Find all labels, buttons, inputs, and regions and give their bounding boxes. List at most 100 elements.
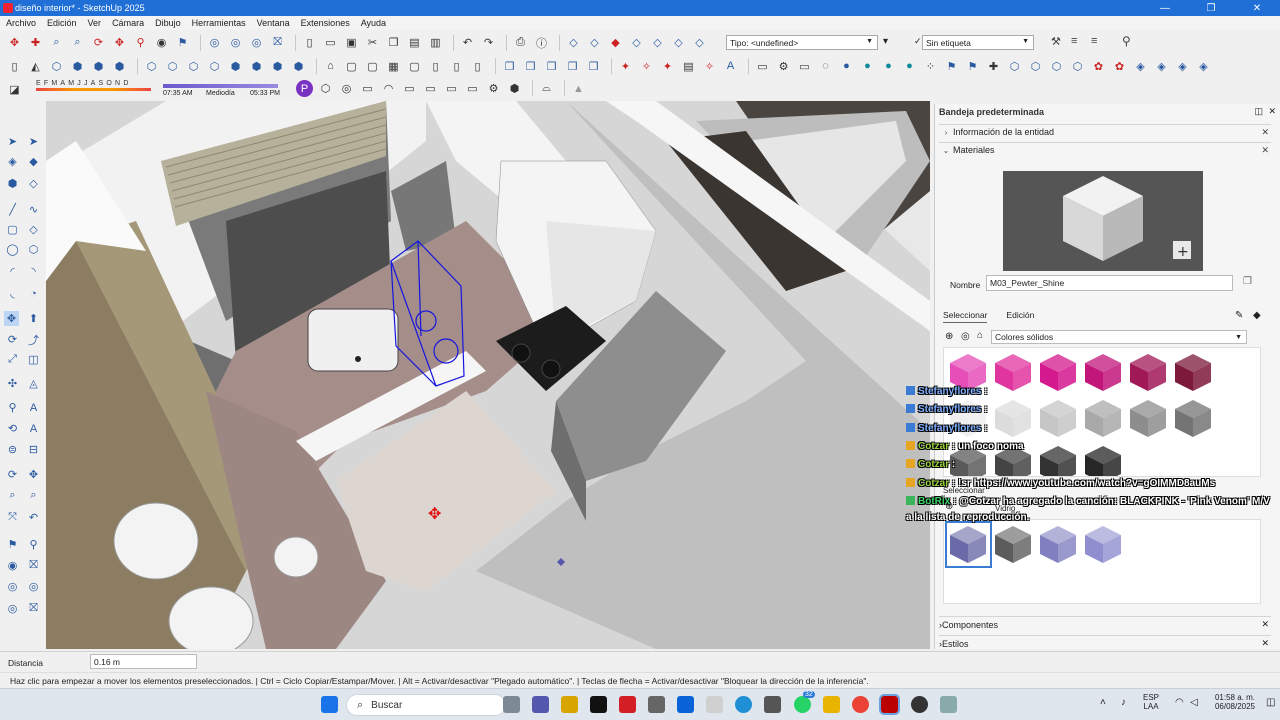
disc-icon[interactable]: ◎ [338,80,355,97]
material-swatch[interactable] [1172,351,1215,394]
drop-5-icon[interactable]: ● [901,58,918,75]
tab-select[interactable]: Seleccionar [943,310,988,323]
shape-1-icon[interactable]: ⬡ [1006,58,1023,75]
tab-edit[interactable]: Edición [1006,310,1034,323]
door-3-icon[interactable]: ▯ [469,58,486,75]
drop-2-icon[interactable]: ● [838,58,855,75]
copy-icon[interactable]: ❐ [385,34,402,51]
scale-icon[interactable]: ⤢ [5,352,20,367]
copy-plan-1-icon[interactable]: ❐ [501,58,518,75]
taskbar-search[interactable]: ⌕ Buscar [346,694,506,716]
home-icon[interactable]: ⌂ [977,330,983,341]
menu-ver[interactable]: Ver [88,18,102,28]
model-info-icon[interactable]: ⓘ [533,34,550,51]
language-indicator[interactable]: ESP LAA [1143,693,1159,711]
view-bottom-icon[interactable]: ⬢ [269,58,286,75]
follow-me-icon[interactable]: ⤴ [26,332,41,347]
glass-swatch[interactable] [1082,523,1125,566]
sandbox-2-tool-icon[interactable]: ◎ [5,579,20,594]
sandbox-2-icon[interactable]: ◎ [227,34,244,51]
sandbox-3-tool-icon[interactable]: ◎ [26,579,41,594]
obs-icon[interactable] [911,696,928,713]
dots-icon[interactable]: ⁘ [922,58,939,75]
zoom-tool-icon[interactable]: ⌕ [5,488,20,503]
axes-icon[interactable]: ⟲ [5,421,20,436]
menu-extensiones[interactable]: Extensiones [301,18,350,28]
tiktok-icon[interactable] [590,696,607,713]
store-icon[interactable] [706,696,723,713]
tape-icon[interactable]: ✣ [5,376,20,391]
tag-eraser-icon[interactable]: ◇ [26,176,41,191]
arc-3-icon[interactable]: ◟ [5,286,20,301]
paint-bucket-small-icon[interactable]: ◆ [1253,310,1261,321]
cam-3-icon[interactable]: ▭ [401,80,418,97]
pan-icon[interactable]: ✥ [111,34,128,51]
section-7-icon[interactable]: ◇ [691,34,708,51]
window-app-icon[interactable] [940,696,957,713]
move-tool-icon[interactable]: ✥ [4,311,19,326]
cube-1-icon[interactable]: ⬡ [317,80,334,97]
menu-herramientas[interactable]: Herramientas [192,18,246,28]
3d-text-icon[interactable]: A [26,421,41,436]
material-swatch[interactable] [1172,397,1215,440]
view-left-icon[interactable]: ⬢ [248,58,265,75]
material-swatch[interactable] [1037,351,1080,394]
copy-plan-3-icon[interactable]: ❐ [543,58,560,75]
cam-1-icon[interactable]: ▭ [359,80,376,97]
tray-chevron-icon[interactable]: ˄ [1100,697,1106,708]
section-5-icon[interactable]: ◇ [649,34,666,51]
paint-bucket-icon[interactable]: ◈ [5,154,20,169]
windows-start-icon[interactable] [321,696,338,713]
shape-6-icon[interactable]: ✿ [1111,58,1128,75]
door-2-icon[interactable]: ▯ [448,58,465,75]
tag-picker-icon[interactable]: ▾ [883,36,888,47]
polygon-icon[interactable]: ⬡ [26,242,41,257]
sketchup-taskbar-icon[interactable] [879,694,900,715]
shape-4-icon[interactable]: ⬡ [1069,58,1086,75]
glass-swatch[interactable] [945,521,992,568]
dims-icon[interactable]: ▤ [680,58,697,75]
glass-swatch[interactable] [992,523,1035,566]
material-swatch[interactable] [1082,351,1125,394]
minimize-button[interactable]: — [1142,0,1188,16]
drop-3-icon[interactable]: ● [859,58,876,75]
whatsapp-icon[interactable] [794,696,811,713]
tag-color-icon[interactable]: ⚒ [1051,35,1061,48]
add-collection-icon[interactable]: ⊕ [945,331,953,342]
copy-plan-5-icon[interactable]: ❐ [585,58,602,75]
section-6-icon[interactable]: ◇ [670,34,687,51]
look-around-tool-icon[interactable]: ◉ [5,558,20,573]
freehand-icon[interactable]: ∿ [26,202,41,217]
section-1-icon[interactable]: ◇ [565,34,582,51]
text-tool-icon[interactable]: A [26,400,41,415]
view-iso-icon[interactable]: ⬡ [143,58,160,75]
type-combo[interactable]: Tipo: <undefined> ▼ [726,35,878,50]
mesh-3-icon[interactable]: ◈ [1174,58,1191,75]
line-tool-icon[interactable]: ╱ [5,202,20,217]
paste-icon[interactable]: ▤ [406,34,423,51]
cube-2-icon[interactable]: ⬢ [506,80,523,97]
material-swatch[interactable] [992,397,1035,440]
push-pull-icon[interactable]: ⬆ [26,311,41,326]
menu-dibujo[interactable]: Dibujo [155,18,181,28]
teams-icon[interactable] [532,696,549,713]
text-icon[interactable]: A [722,58,739,75]
position-camera-icon[interactable]: ⚑ [174,34,191,51]
notification-icon[interactable]: ◫ [1266,697,1275,708]
file-explorer-icon[interactable] [561,696,578,713]
maximize-button[interactable]: ❐ [1188,0,1234,16]
menu-edicion[interactable]: Edición [47,18,77,28]
cam-4-icon[interactable]: ▭ [422,80,439,97]
eraser-icon[interactable]: ◆ [26,154,41,169]
car-icon[interactable]: ⌓ [538,80,555,97]
zoom-icon[interactable]: ⌕ [48,34,65,51]
volume-icon[interactable]: ◁ [1190,697,1198,708]
close-icon[interactable]: ✕ [1261,638,1269,649]
drop-4-icon[interactable]: ● [880,58,897,75]
details-icon[interactable]: ◎ [961,331,970,342]
location-icon[interactable]: ⚲ [1122,34,1131,48]
view-back-icon[interactable]: ⬢ [227,58,244,75]
section-3-icon[interactable]: ◆ [607,34,624,51]
new-file-icon[interactable]: ▯ [301,34,318,51]
eyedropper-icon[interactable]: ✎ [1235,310,1243,321]
